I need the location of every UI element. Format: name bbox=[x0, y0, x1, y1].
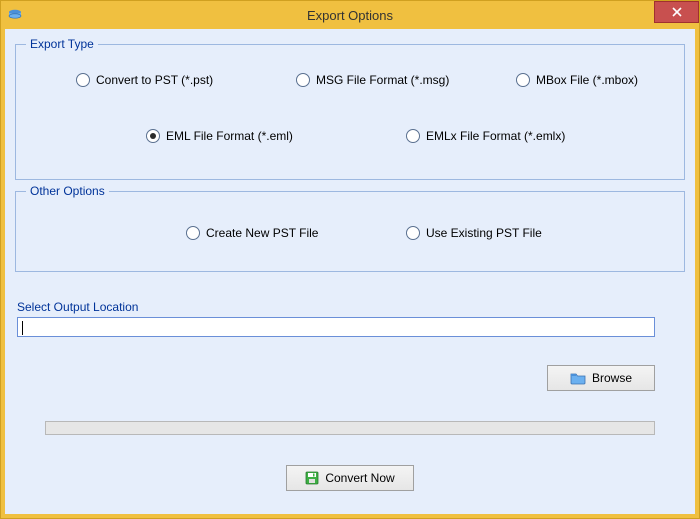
app-icon bbox=[7, 7, 23, 23]
radio-convert-to-pst[interactable]: Convert to PST (*.pst) bbox=[76, 73, 213, 87]
radio-mbox-file[interactable]: MBox File (*.mbox) bbox=[516, 73, 638, 87]
radio-emlx-format[interactable]: EMLx File Format (*.emlx) bbox=[406, 129, 565, 143]
client-area: Export Type Convert to PST (*.pst) MSG F… bbox=[5, 29, 695, 514]
radio-label: Create New PST File bbox=[206, 226, 318, 240]
radio-create-new-pst[interactable]: Create New PST File bbox=[186, 226, 318, 240]
folder-icon bbox=[570, 371, 586, 385]
export-type-legend: Export Type bbox=[26, 37, 98, 51]
radio-label: MSG File Format (*.msg) bbox=[316, 73, 449, 87]
titlebar: Export Options bbox=[1, 1, 699, 29]
other-options-group: Other Options Create New PST File Use Ex… bbox=[15, 184, 685, 272]
close-icon bbox=[672, 7, 682, 17]
convert-now-button[interactable]: Convert Now bbox=[286, 465, 413, 491]
radio-icon bbox=[406, 129, 420, 143]
radio-icon bbox=[296, 73, 310, 87]
output-location-label: Select Output Location bbox=[17, 300, 695, 314]
radio-icon bbox=[76, 73, 90, 87]
browse-label: Browse bbox=[592, 371, 632, 385]
radio-icon bbox=[516, 73, 530, 87]
output-location-input[interactable] bbox=[17, 317, 655, 337]
close-button[interactable] bbox=[654, 1, 699, 23]
save-icon bbox=[305, 471, 319, 485]
radio-label: EMLx File Format (*.emlx) bbox=[426, 129, 565, 143]
radio-label: MBox File (*.mbox) bbox=[536, 73, 638, 87]
radio-label: EML File Format (*.eml) bbox=[166, 129, 293, 143]
radio-icon bbox=[146, 129, 160, 143]
other-options-legend: Other Options bbox=[26, 184, 109, 198]
browse-button[interactable]: Browse bbox=[547, 365, 655, 391]
window-title: Export Options bbox=[1, 8, 699, 23]
export-options-window: Export Options Export Type Convert to PS… bbox=[0, 0, 700, 519]
progress-bar bbox=[45, 421, 655, 435]
radio-msg-format[interactable]: MSG File Format (*.msg) bbox=[296, 73, 449, 87]
radio-eml-format[interactable]: EML File Format (*.eml) bbox=[146, 129, 293, 143]
radio-label: Convert to PST (*.pst) bbox=[96, 73, 213, 87]
export-type-group: Export Type Convert to PST (*.pst) MSG F… bbox=[15, 37, 685, 180]
convert-label: Convert Now bbox=[325, 471, 394, 485]
radio-icon bbox=[406, 226, 420, 240]
radio-icon bbox=[186, 226, 200, 240]
radio-use-existing-pst[interactable]: Use Existing PST File bbox=[406, 226, 542, 240]
radio-label: Use Existing PST File bbox=[426, 226, 542, 240]
